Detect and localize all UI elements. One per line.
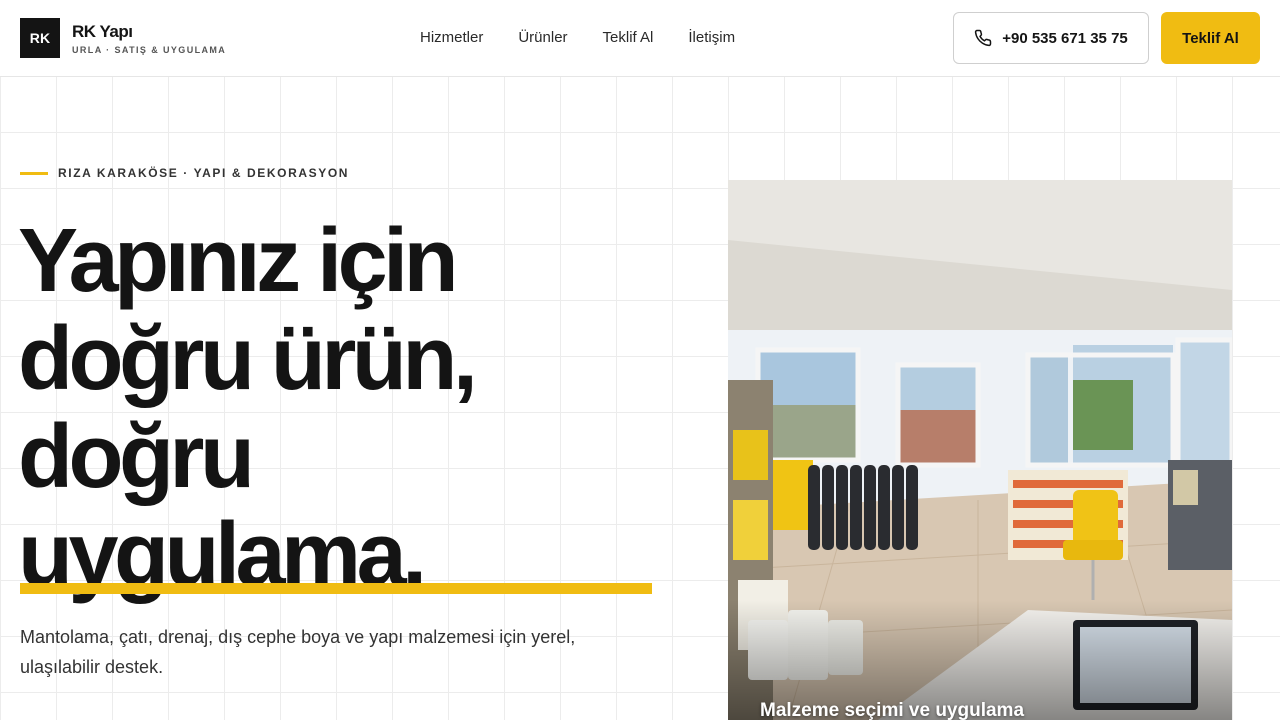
hero-headline: Yapınız için doğru ürün, doğru uygulama. <box>18 212 698 604</box>
phone-icon <box>975 29 992 47</box>
headline-underline <box>20 583 652 594</box>
nav-hizmetler[interactable]: Hizmetler <box>420 29 483 47</box>
nav-urunler[interactable]: Ürünler <box>518 29 567 47</box>
headline-line-3: doğru <box>18 407 255 507</box>
hero-eyebrow: RIZA KARAKÖSE · YAPI & DEKORASYON <box>20 166 349 180</box>
nav-teklif-al[interactable]: Teklif Al <box>603 29 654 47</box>
nav-iletisim[interactable]: İletişim <box>688 29 735 47</box>
phone-button[interactable]: +90 535 671 35 75 <box>953 12 1149 64</box>
hero-lead: Mantolama, çatı, drenaj, dış cephe boya … <box>20 627 576 677</box>
site-header: RK RK Yapı URLA · SATIŞ & UYGULAMA Hizme… <box>0 0 1280 77</box>
brand-text: RK Yapı URLA · SATIŞ & UYGULAMA <box>72 22 226 55</box>
store-photo: Malzeme seçimi ve uygulama <box>728 180 1232 720</box>
brand-logo[interactable]: RK RK Yapı URLA · SATIŞ & UYGULAMA <box>20 18 226 58</box>
quote-button[interactable]: Teklif Al <box>1161 12 1260 64</box>
eyebrow-text: RIZA KARAKÖSE · YAPI & DEKORASYON <box>58 166 350 180</box>
store-interior-illustration <box>728 180 1232 720</box>
headline-line-1: Yapınız için <box>18 211 459 311</box>
phone-number: +90 535 671 35 75 <box>1002 29 1128 47</box>
main-nav: Hizmetler Ürünler Teklif Al İletişim <box>420 29 770 47</box>
brand-name: RK Yapı <box>72 21 133 41</box>
eyebrow-accent-line <box>20 171 48 175</box>
headline-line-2: doğru ürün, <box>18 309 478 409</box>
photo-caption: Malzeme seçimi ve uygulama <box>760 700 1025 720</box>
brand-tagline: URLA · SATIŞ & UYGULAMA <box>72 44 227 55</box>
logo-mark: RK <box>20 18 60 58</box>
